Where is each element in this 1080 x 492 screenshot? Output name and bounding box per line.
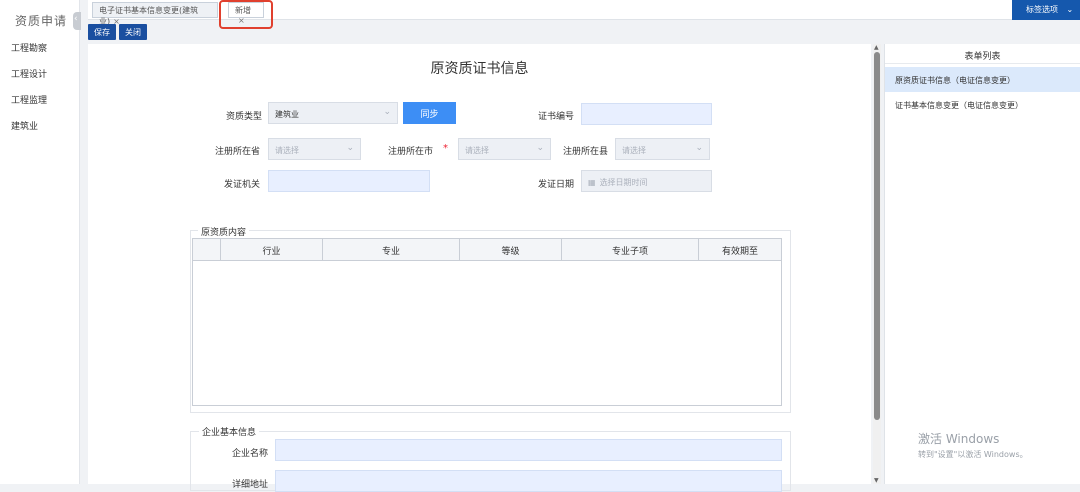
chevron-left-icon: ‹ <box>74 14 78 24</box>
scrollbar-thumb[interactable] <box>874 52 880 420</box>
qual-type-value: 建筑业 <box>275 110 299 119</box>
county-select[interactable]: 请选择 ⌄ <box>615 138 710 160</box>
address-field[interactable] <box>275 470 782 492</box>
form-list-item-cert-info-change[interactable]: 证书基本信息变更（电证信息变更） <box>885 92 1080 117</box>
province-select[interactable]: 请选择 ⌄ <box>268 138 361 160</box>
form-scrollbar[interactable]: ▲ ▼ <box>873 44 881 484</box>
page-title: 原资质证书信息 <box>430 61 529 77</box>
chevron-down-icon: ⌄ <box>695 143 703 153</box>
form-list-item-orig-cert[interactable]: 原资质证书信息（电证信息变更） <box>885 67 1080 92</box>
qual-type-label: 资质类型 <box>225 112 262 122</box>
sync-button[interactable]: 同步 <box>403 102 456 124</box>
sidebar-item-engineering-design[interactable]: 工程设计 <box>0 62 79 85</box>
province-placeholder: 请选择 <box>275 146 299 155</box>
scroll-down-icon[interactable]: ▼ <box>874 477 879 484</box>
qual-content-table: 行业 专业 等级 专业子项 有效期至 <box>192 238 782 406</box>
watermark-line1: 激活 Windows <box>918 432 1000 446</box>
chevron-down-icon: ⌄ <box>346 143 354 153</box>
sidebar-item-engineering-supervision[interactable]: 工程监理 <box>0 88 79 111</box>
tab-highlight-annotation <box>219 0 273 29</box>
required-mark: * <box>443 143 448 154</box>
issue-date-label: 发证日期 <box>537 180 574 190</box>
province-label: 注册所在省 <box>214 147 260 157</box>
windows-activation-watermark: 激活 Windows 转到"设置"以激活 Windows。 <box>918 430 1028 460</box>
issuer-label: 发证机关 <box>223 180 260 190</box>
column-header-grade[interactable]: 等级 <box>460 239 562 260</box>
save-button[interactable]: 保存 <box>88 24 116 40</box>
column-header-industry[interactable]: 行业 <box>221 239 323 260</box>
company-name-field[interactable] <box>275 439 782 461</box>
company-info-legend: 企业基本信息 <box>199 425 260 438</box>
sidebar: 资质申请 工程勘察 工程设计 工程监理 建筑业 <box>0 0 80 484</box>
toolbar: 保存 关闭 <box>88 24 150 40</box>
qual-content-legend: 原资质内容 <box>198 225 250 238</box>
table-header: 行业 专业 等级 专业子项 有效期至 <box>193 239 781 261</box>
watermark-line2: 转到"设置"以激活 Windows。 <box>918 450 1028 459</box>
form-list-panel: 表单列表 原资质证书信息（电证信息变更） 证书基本信息变更（电证信息变更） <box>884 44 1080 484</box>
chevron-down-icon: ⌄ <box>1066 5 1074 14</box>
calendar-icon: ▦ <box>588 178 596 187</box>
column-header-specialty[interactable]: 专业 <box>323 239 460 260</box>
scroll-up-icon[interactable]: ▲ <box>874 44 879 51</box>
sidebar-collapse-handle[interactable]: ‹ <box>73 12 81 30</box>
column-header-sub-item[interactable]: 专业子项 <box>562 239 699 260</box>
issuer-field[interactable] <box>268 170 430 192</box>
sidebar-item-construction[interactable]: 建筑业 <box>0 114 79 137</box>
issue-date-picker[interactable]: ▦ 选择日期时间 <box>581 170 712 192</box>
close-button[interactable]: 关闭 <box>119 24 147 40</box>
tab-cert-info-change[interactable]: 电子证书基本信息变更(建筑业) × <box>92 2 218 26</box>
column-header-valid-until[interactable]: 有效期至 <box>699 239 781 260</box>
city-placeholder: 请选择 <box>465 146 489 155</box>
form-list-title: 表单列表 <box>885 44 1080 64</box>
sidebar-title: 资质申请 <box>15 14 68 28</box>
tab-options-button[interactable]: 标签选项 ⌄ <box>1012 0 1080 20</box>
form-panel: 原资质证书信息 资质类型 建筑业 ⌄ 同步 证书编号 注册所在省 请选择 ⌄ 注… <box>88 44 871 492</box>
sidebar-item-engineering-survey[interactable]: 工程勘察 <box>0 36 79 59</box>
city-label: 注册所在市 <box>387 147 433 157</box>
chevron-down-icon: ⌄ <box>536 143 544 153</box>
chevron-down-icon: ⌄ <box>383 107 391 117</box>
cert-no-field[interactable] <box>581 103 712 125</box>
qual-type-select[interactable]: 建筑业 ⌄ <box>268 102 398 124</box>
issue-date-placeholder: 选择日期时间 <box>599 178 648 187</box>
company-name-label: 企业名称 <box>231 449 268 459</box>
cert-no-label: 证书编号 <box>537 112 574 122</box>
row-selector-header <box>193 239 221 260</box>
tab-options-label: 标签选项 <box>1026 5 1058 14</box>
county-label: 注册所在县 <box>562 147 608 157</box>
county-placeholder: 请选择 <box>622 146 646 155</box>
city-select[interactable]: 请选择 ⌄ <box>458 138 551 160</box>
